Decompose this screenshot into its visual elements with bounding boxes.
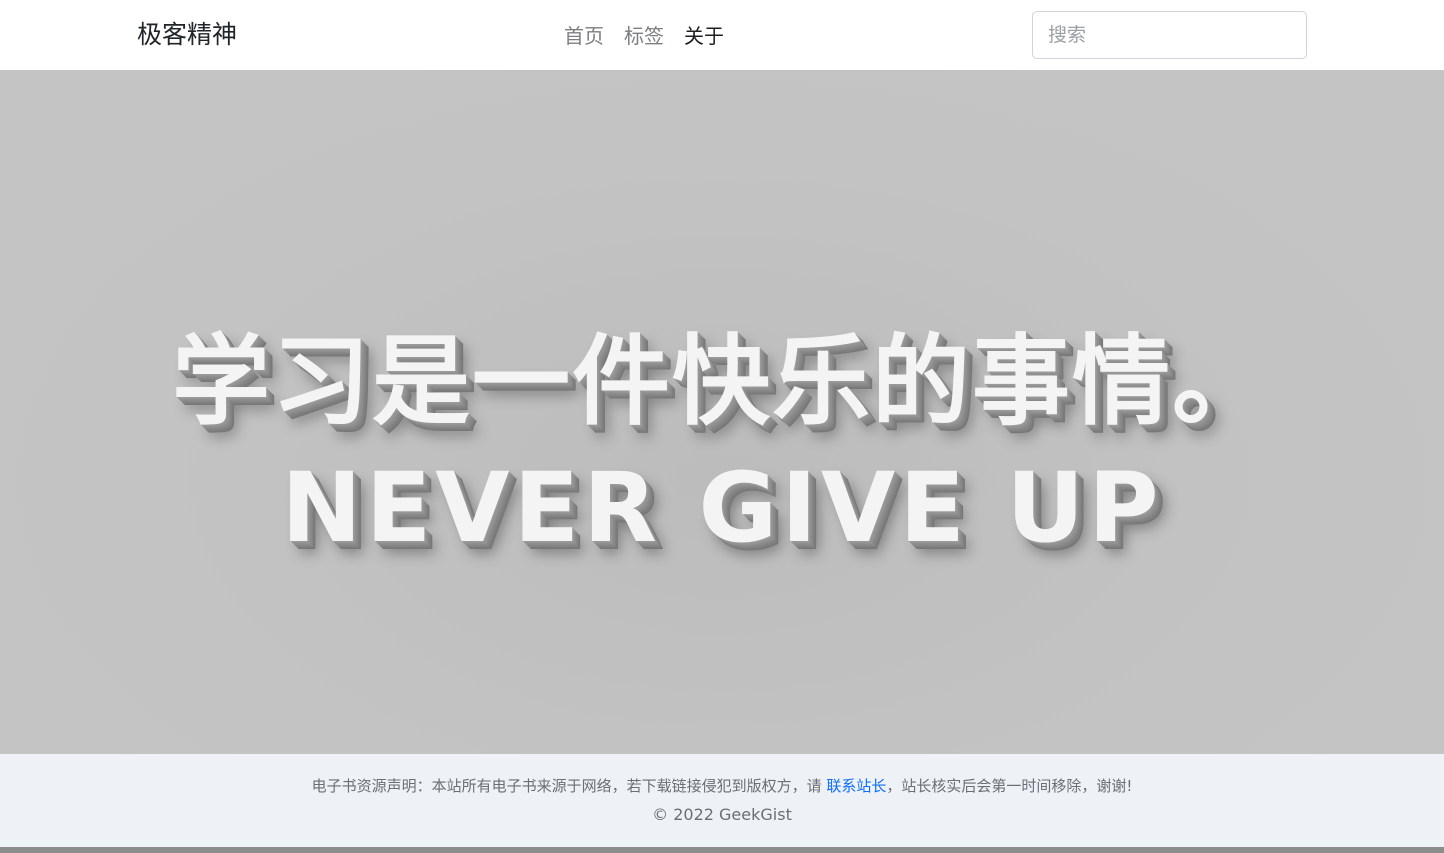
page-footer: 电子书资源声明：本站所有电子书来源于网络，若下载链接侵犯到版权方，请 联系站长，… [0, 754, 1444, 847]
top-navbar: 极客精神 首页 标签 关于 [0, 0, 1444, 70]
brand-logo-link[interactable]: 极客精神 [137, 18, 237, 52]
notice-prefix: 电子书资源声明：本站所有电子书来源于网络，若下载链接侵犯到版权方，请 [311, 777, 827, 795]
copyright-text: © 2022 GeekGist [652, 805, 792, 824]
copyright-notice: 电子书资源声明：本站所有电子书来源于网络，若下载链接侵犯到版权方，请 联系站长，… [0, 776, 1444, 796]
nav-link-about[interactable]: 关于 [684, 22, 724, 50]
hero-banner: 学习是一件快乐的事情。 NEVER GIVE UP [0, 70, 1444, 754]
nav-link-home[interactable]: 首页 [564, 22, 604, 50]
nav-links: 首页 标签 关于 [564, 22, 724, 50]
nav-link-tags[interactable]: 标签 [624, 22, 664, 50]
notice-suffix: ，站长核实后会第一时间移除，谢谢! [886, 777, 1133, 795]
hero-slogan-chinese: 学习是一件快乐的事情。 [171, 325, 1272, 439]
search-input[interactable] [1032, 11, 1307, 59]
hero-slogan-english: NEVER GIVE UP [281, 452, 1163, 564]
contact-admin-link[interactable]: 联系站长 [826, 777, 886, 795]
window-bottom-edge [0, 847, 1444, 853]
